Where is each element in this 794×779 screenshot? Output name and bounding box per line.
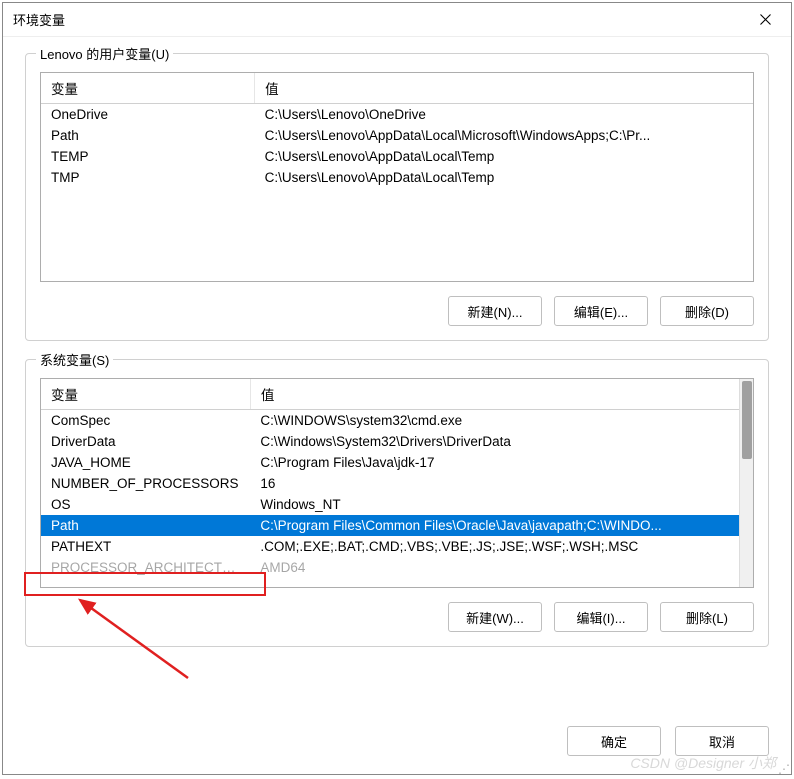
cell-variable: DriverData	[41, 431, 250, 452]
window-title: 环境变量	[13, 10, 749, 29]
cell-value: C:\Users\Lenovo\AppData\Local\Temp	[255, 167, 753, 188]
system-variables-group: 系统变量(S) 变量 值 ComSpec C:\W	[25, 359, 769, 647]
resize-grip-icon[interactable]: ⋰	[778, 763, 792, 777]
titlebar: 环境变量	[3, 3, 791, 37]
user-button-row: 新建(N)... 编辑(E)... 删除(D)	[40, 296, 754, 326]
table-row[interactable]: JAVA_HOME C:\Program Files\Java\jdk-17	[41, 452, 739, 473]
system-group-label: 系统变量(S)	[36, 350, 113, 369]
dialog-button-row: 确定 取消	[3, 720, 791, 774]
ok-button[interactable]: 确定	[567, 726, 661, 756]
system-new-button[interactable]: 新建(W)...	[448, 602, 542, 632]
system-table-wrap: 变量 值 ComSpec C:\WINDOWS\system32\cmd.exe…	[40, 378, 754, 588]
cancel-button[interactable]: 取消	[675, 726, 769, 756]
user-header-variable[interactable]: 变量	[41, 73, 255, 104]
user-delete-button[interactable]: 删除(D)	[660, 296, 754, 326]
cell-variable: PATHEXT	[41, 536, 250, 557]
system-edit-button[interactable]: 编辑(I)...	[554, 602, 648, 632]
cell-value: .COM;.EXE;.BAT;.CMD;.VBS;.VBE;.JS;.JSE;.…	[250, 536, 739, 557]
cell-value: Windows_NT	[250, 494, 739, 515]
cell-value: 16	[250, 473, 739, 494]
cell-value: C:\Users\Lenovo\OneDrive	[255, 104, 753, 126]
table-row[interactable]: PATHEXT .COM;.EXE;.BAT;.CMD;.VBS;.VBE;.J…	[41, 536, 739, 557]
cell-value: C:\Windows\System32\Drivers\DriverData	[250, 431, 739, 452]
cell-variable: NUMBER_OF_PROCESSORS	[41, 473, 250, 494]
cell-value: C:\Users\Lenovo\AppData\Local\Microsoft\…	[255, 125, 753, 146]
cell-value: C:\Program Files\Common Files\Oracle\Jav…	[250, 515, 739, 536]
cell-value: C:\Users\Lenovo\AppData\Local\Temp	[255, 146, 753, 167]
user-variables-table[interactable]: 变量 值 OneDrive C:\Users\Lenovo\OneDrive P…	[41, 73, 753, 188]
cell-variable: JAVA_HOME	[41, 452, 250, 473]
system-header-variable[interactable]: 变量	[41, 379, 250, 410]
table-row[interactable]: Path C:\Users\Lenovo\AppData\Local\Micro…	[41, 125, 753, 146]
cell-value: C:\WINDOWS\system32\cmd.exe	[250, 410, 739, 432]
user-edit-button[interactable]: 编辑(E)...	[554, 296, 648, 326]
system-button-row: 新建(W)... 编辑(I)... 删除(L)	[40, 602, 754, 632]
cell-variable: TEMP	[41, 146, 255, 167]
table-row[interactable]: TEMP C:\Users\Lenovo\AppData\Local\Temp	[41, 146, 753, 167]
system-scrollbar[interactable]	[739, 379, 753, 587]
cell-variable: OneDrive	[41, 104, 255, 126]
dialog-content: Lenovo 的用户变量(U) 变量 值 OneDrive	[3, 37, 791, 720]
table-row[interactable]: TMP C:\Users\Lenovo\AppData\Local\Temp	[41, 167, 753, 188]
cell-value: AMD64	[250, 557, 739, 578]
system-variables-table[interactable]: 变量 值 ComSpec C:\WINDOWS\system32\cmd.exe…	[41, 379, 739, 578]
table-row-selected-path[interactable]: Path C:\Program Files\Common Files\Oracl…	[41, 515, 739, 536]
cell-variable: ComSpec	[41, 410, 250, 432]
cell-variable: Path	[41, 125, 255, 146]
cell-variable: Path	[41, 515, 250, 536]
table-row[interactable]: OneDrive C:\Users\Lenovo\OneDrive	[41, 104, 753, 126]
user-variables-group: Lenovo 的用户变量(U) 变量 值 OneDrive	[25, 53, 769, 341]
close-icon	[760, 14, 771, 25]
table-row[interactable]: OS Windows_NT	[41, 494, 739, 515]
user-group-label: Lenovo 的用户变量(U)	[36, 44, 173, 63]
cell-variable: OS	[41, 494, 250, 515]
table-row[interactable]: DriverData C:\Windows\System32\Drivers\D…	[41, 431, 739, 452]
user-header-value[interactable]: 值	[255, 73, 753, 104]
scrollbar-thumb[interactable]	[742, 381, 752, 459]
cell-variable: PROCESSOR_ARCHITECTURE	[41, 557, 250, 578]
system-delete-button[interactable]: 删除(L)	[660, 602, 754, 632]
table-row[interactable]: ComSpec C:\WINDOWS\system32\cmd.exe	[41, 410, 739, 432]
cell-variable: TMP	[41, 167, 255, 188]
table-row[interactable]: NUMBER_OF_PROCESSORS 16	[41, 473, 739, 494]
cell-value: C:\Program Files\Java\jdk-17	[250, 452, 739, 473]
table-row[interactable]: PROCESSOR_ARCHITECTURE AMD64	[41, 557, 739, 578]
env-variables-dialog: 环境变量 Lenovo 的用户变量(U) 变量 值	[2, 2, 792, 775]
user-new-button[interactable]: 新建(N)...	[448, 296, 542, 326]
close-button[interactable]	[749, 6, 781, 34]
user-table-wrap: 变量 值 OneDrive C:\Users\Lenovo\OneDrive P…	[40, 72, 754, 282]
system-header-value[interactable]: 值	[250, 379, 739, 410]
